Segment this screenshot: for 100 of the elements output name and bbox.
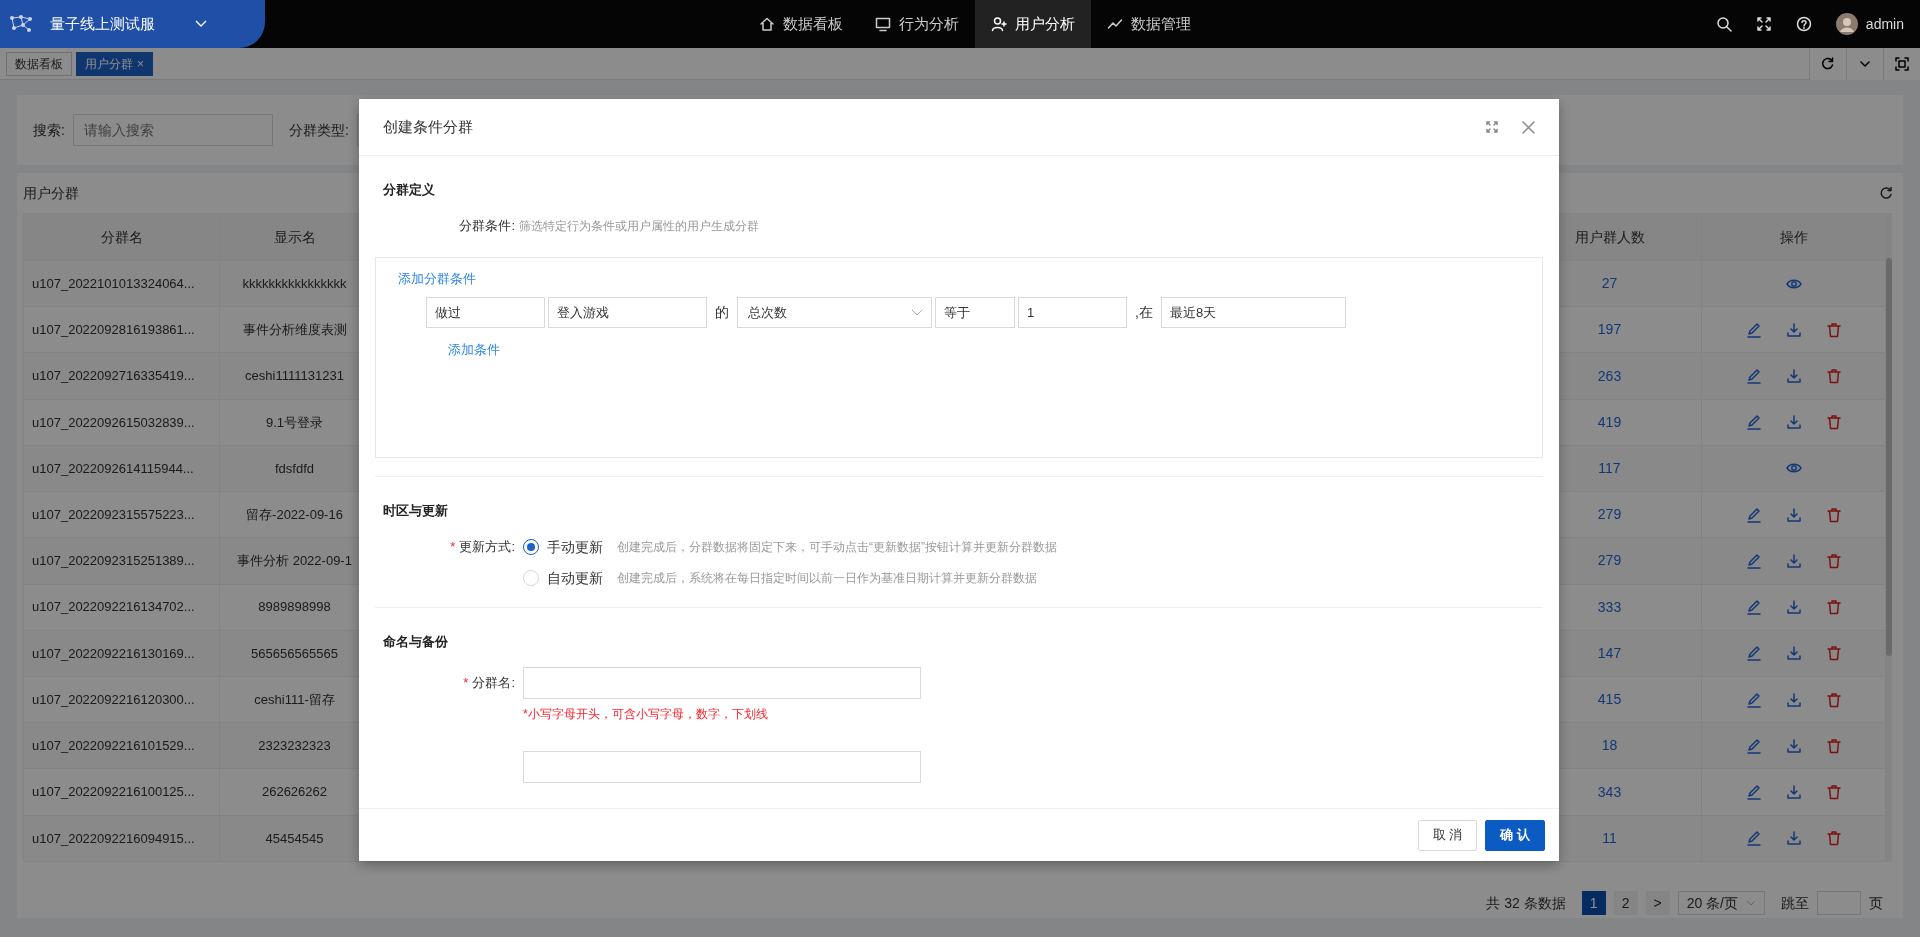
edit-icon[interactable] xyxy=(1745,552,1762,569)
delete-icon[interactable] xyxy=(1825,414,1842,431)
chevron-down-button[interactable] xyxy=(1846,47,1883,80)
edit-icon[interactable] xyxy=(1745,368,1762,385)
radio-option[interactable]: 手动更新 xyxy=(523,536,603,558)
edit-icon[interactable] xyxy=(1745,737,1762,754)
download-icon[interactable] xyxy=(1785,645,1802,662)
expand-icon[interactable] xyxy=(1486,121,1498,133)
count-link[interactable]: 279 xyxy=(1597,506,1622,523)
delete-icon[interactable] xyxy=(1825,599,1842,616)
count-link[interactable]: 18 xyxy=(1601,737,1618,754)
search-icon[interactable] xyxy=(1715,16,1732,32)
display-name-field[interactable] xyxy=(523,751,921,783)
download-icon[interactable] xyxy=(1785,784,1802,800)
page-tab[interactable]: 数据看板 xyxy=(6,51,72,76)
delete-icon[interactable] xyxy=(1825,691,1842,708)
table-cell: u107_2022092216101529... xyxy=(23,722,220,769)
jump-label: 跳至 xyxy=(1781,893,1809,913)
count-link[interactable]: 27 xyxy=(1601,275,1618,292)
edit-icon[interactable] xyxy=(1745,321,1762,338)
count-link[interactable]: 415 xyxy=(1597,691,1622,708)
nav-item[interactable]: 用户分析 xyxy=(975,0,1091,48)
table-cell: u107_2022092315575223... xyxy=(23,491,220,538)
download-icon[interactable] xyxy=(1785,691,1802,708)
refresh-icon[interactable] xyxy=(1879,186,1893,200)
edit-icon[interactable] xyxy=(1745,599,1762,616)
condition-text: ,在 xyxy=(1134,303,1154,322)
condition-select[interactable]: 最近8天 xyxy=(1160,297,1346,328)
edit-icon[interactable] xyxy=(1745,691,1762,708)
radio-option[interactable]: 自动更新 xyxy=(523,567,603,589)
delete-icon[interactable] xyxy=(1825,737,1842,754)
delete-icon[interactable] xyxy=(1825,552,1842,569)
edit-icon[interactable] xyxy=(1745,784,1762,800)
page-tab[interactable]: 用户分群 × xyxy=(76,51,153,76)
add-group-link[interactable]: 添加分群条件 xyxy=(398,269,476,289)
download-icon[interactable] xyxy=(1785,830,1802,847)
error-text: *小写字母开头，可含小写字母，数字，下划线 xyxy=(523,706,769,723)
condition-field[interactable]: 1 xyxy=(1018,297,1127,328)
close-icon[interactable] xyxy=(1522,120,1535,134)
table-cell: u107_2022101013324064... xyxy=(23,260,220,307)
avatar[interactable] xyxy=(1835,13,1858,35)
download-icon[interactable] xyxy=(1785,599,1802,616)
refresh-button[interactable] xyxy=(1809,47,1846,80)
form-label: * 分群名: xyxy=(462,674,515,693)
download-icon[interactable] xyxy=(1785,737,1802,754)
logo-icon xyxy=(8,14,34,34)
table-cell: u107_2022092615032839... xyxy=(23,399,220,446)
search-field[interactable]: 请输入搜索 xyxy=(72,114,273,146)
count-link[interactable]: 343 xyxy=(1597,783,1622,800)
page-button[interactable]: 1 xyxy=(1581,891,1606,915)
hint-text: 创建完成后，系统将在每日指定时间以前一日作为基准日期计算并更新分群数据 xyxy=(617,570,1037,587)
confirm-button[interactable]: 确 认 xyxy=(1485,819,1545,851)
count-link[interactable]: 419 xyxy=(1597,413,1622,430)
chevron-down-icon[interactable] xyxy=(195,20,207,28)
next-page-button[interactable]: > xyxy=(1645,891,1670,915)
download-icon[interactable] xyxy=(1785,321,1802,338)
fullscreen-icon[interactable] xyxy=(1755,16,1772,32)
condition-select[interactable]: 做过 xyxy=(426,297,545,328)
home-icon xyxy=(759,16,775,32)
download-icon[interactable] xyxy=(1785,368,1802,385)
total-count: 共 32 条数据 xyxy=(1486,893,1566,913)
delete-icon[interactable] xyxy=(1825,830,1842,847)
edit-icon[interactable] xyxy=(1745,645,1762,662)
count-link[interactable]: 197 xyxy=(1597,321,1622,338)
chevron-down-icon xyxy=(911,309,923,316)
user-name[interactable]: admin xyxy=(1865,13,1904,35)
count-link[interactable]: 333 xyxy=(1597,598,1622,615)
count-link[interactable]: 263 xyxy=(1597,367,1622,384)
download-icon[interactable] xyxy=(1785,414,1802,431)
count-link[interactable]: 279 xyxy=(1597,552,1622,569)
nav-item[interactable]: 行为分析 xyxy=(859,0,975,48)
fullscreen-button[interactable] xyxy=(1883,47,1920,80)
scrollbar[interactable] xyxy=(1886,213,1892,862)
delete-icon[interactable] xyxy=(1825,321,1842,338)
nav-item[interactable]: 数据看板 xyxy=(743,0,859,48)
delete-icon[interactable] xyxy=(1825,784,1842,800)
help-icon[interactable] xyxy=(1795,16,1812,32)
table-cell: u107_2022092716335419... xyxy=(23,352,220,400)
download-icon[interactable] xyxy=(1785,506,1802,523)
delete-icon[interactable] xyxy=(1825,368,1842,385)
condition-select[interactable]: 等于 xyxy=(935,297,1015,328)
chevron-down-icon xyxy=(1746,900,1756,906)
count-link[interactable]: 147 xyxy=(1597,644,1622,661)
edit-icon[interactable] xyxy=(1745,506,1762,523)
count-link[interactable]: 117 xyxy=(1598,460,1621,476)
edit-icon[interactable] xyxy=(1745,414,1762,431)
page-button[interactable]: 2 xyxy=(1613,891,1638,915)
condition-field[interactable]: 登入游戏 xyxy=(548,297,707,328)
download-icon[interactable] xyxy=(1785,552,1802,569)
cancel-button[interactable]: 取 消 xyxy=(1417,819,1478,851)
page-size-select[interactable]: 20 条/页 xyxy=(1677,891,1765,915)
condition-text: 的 xyxy=(714,303,730,322)
nav-item[interactable]: 数据管理 xyxy=(1091,0,1207,48)
edit-icon[interactable] xyxy=(1745,830,1762,847)
delete-icon[interactable] xyxy=(1825,645,1842,662)
add-condition-link[interactable]: 添加条件 xyxy=(448,340,500,360)
name-field[interactable] xyxy=(523,667,921,699)
metric-select[interactable]: 总次数 xyxy=(737,297,932,328)
count-link[interactable]: 11 xyxy=(1602,829,1617,846)
delete-icon[interactable] xyxy=(1825,506,1842,523)
